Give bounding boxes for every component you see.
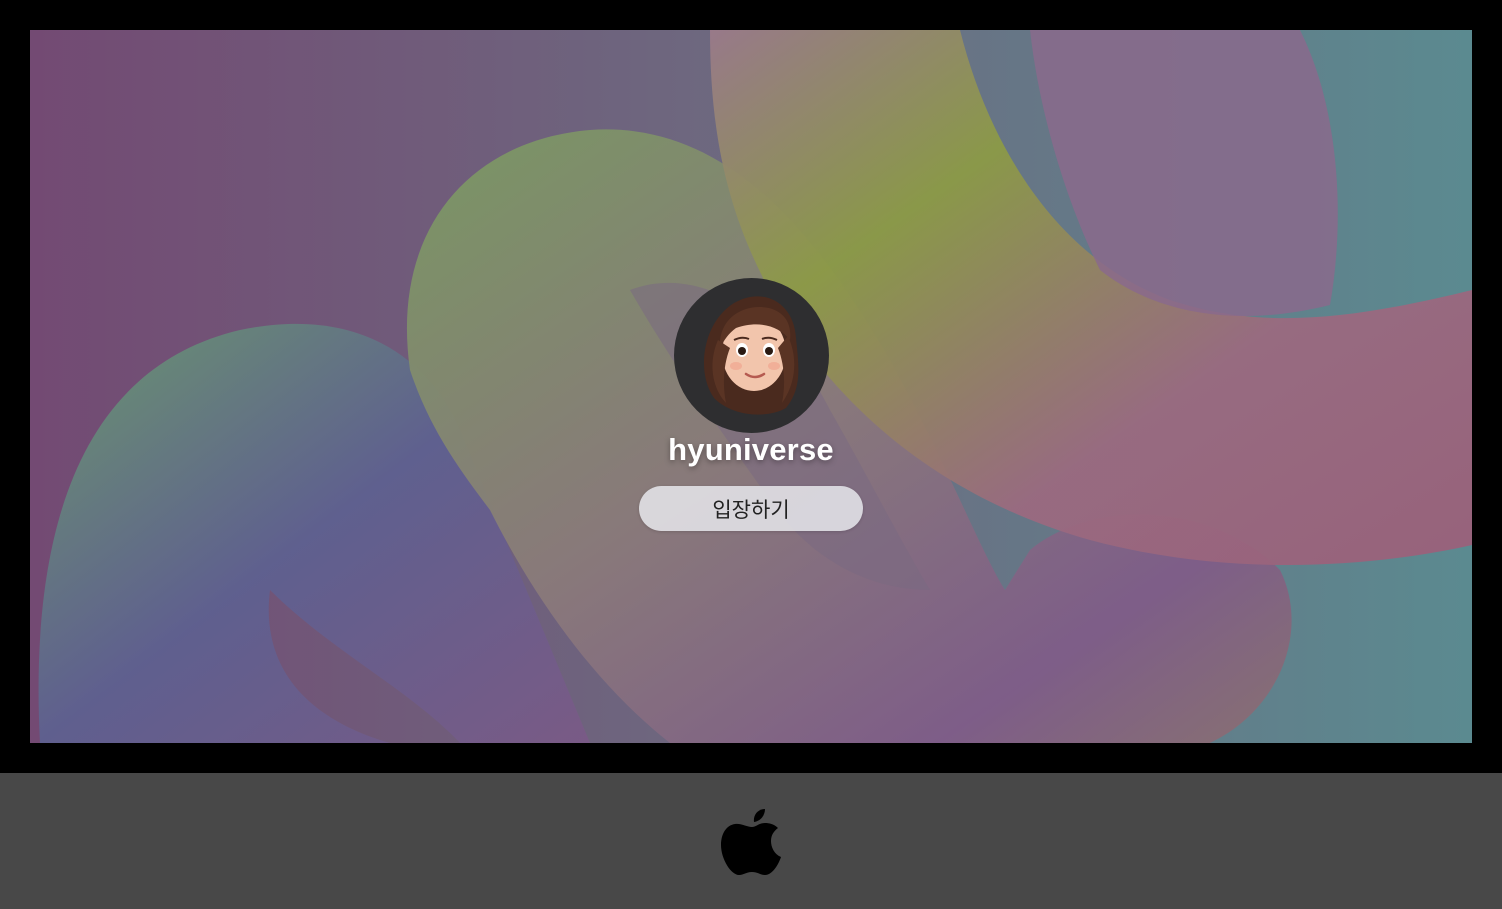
- enter-button[interactable]: 입장하기: [639, 486, 863, 531]
- memoji-avatar-icon: [703, 296, 799, 415]
- apple-logo-icon: [721, 809, 781, 875]
- avatar[interactable]: [674, 278, 829, 433]
